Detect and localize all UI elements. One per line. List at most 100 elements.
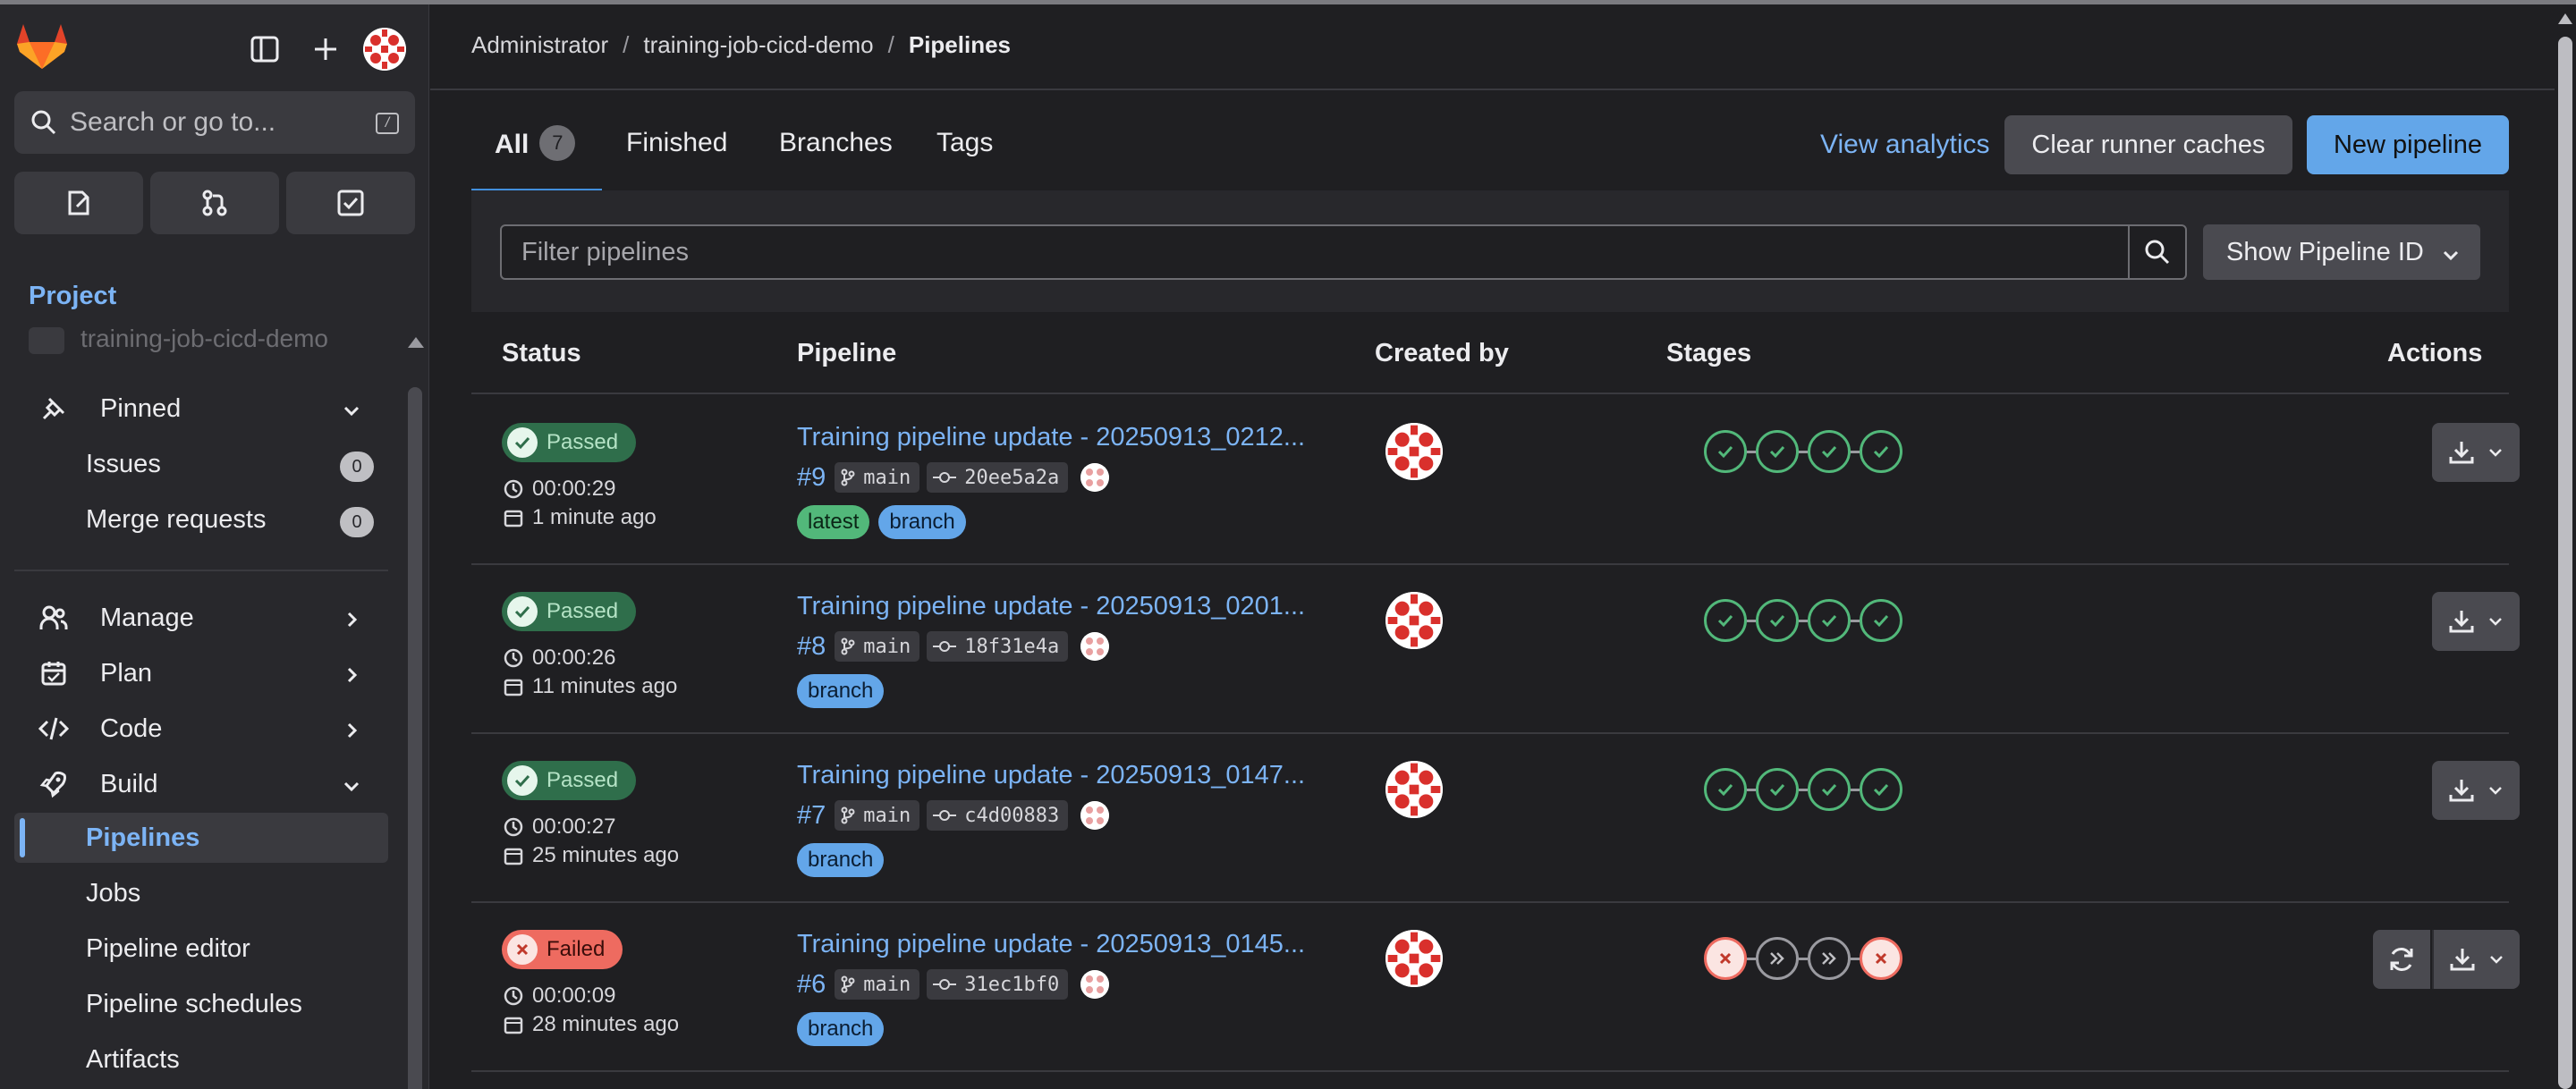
pipeline-title-link[interactable]: Training pipeline update - 20250913_0145…: [797, 930, 1305, 959]
creator-avatar[interactable]: [1385, 930, 1443, 987]
commit-sha-link[interactable]: 20ee5a2a: [927, 462, 1069, 493]
stage-success-icon[interactable]: [1808, 768, 1851, 811]
branch-ref-link[interactable]: main: [835, 462, 920, 493]
chevron-down-icon: [342, 398, 361, 427]
pipeline-title-link[interactable]: Training pipeline update - 20250913_0147…: [797, 761, 1305, 790]
pipeline-title-link[interactable]: Training pipeline update - 20250913_0212…: [797, 423, 1305, 452]
download-artifacts-button[interactable]: [2432, 761, 2520, 820]
stage-success-icon[interactable]: [1704, 768, 1747, 811]
stage-success-icon[interactable]: [1756, 599, 1799, 642]
commit-author-avatar[interactable]: [1080, 970, 1110, 999]
sidebar-item-artifacts[interactable]: Artifacts: [14, 1034, 388, 1085]
tab-branches[interactable]: Branches: [779, 128, 893, 158]
pipeline-id-link[interactable]: #7: [797, 801, 826, 831]
retry-button[interactable]: [2373, 930, 2430, 989]
view-analytics-link[interactable]: View analytics: [1820, 130, 1990, 160]
sidebar-item-manage[interactable]: Manage: [14, 593, 388, 643]
pipeline-id-link[interactable]: #8: [797, 632, 826, 662]
sidebar-item-pipeline-editor[interactable]: Pipeline editor: [14, 924, 388, 974]
todos-shortcut-button[interactable]: [286, 172, 415, 234]
download-icon: [2450, 949, 2475, 971]
download-artifacts-button[interactable]: [2432, 930, 2520, 989]
column-header-stages: Stages: [1666, 339, 1752, 367]
sidebar-item-label: Pipelines: [86, 823, 200, 852]
stage-success-icon[interactable]: [1704, 599, 1747, 642]
filter-pipelines-input[interactable]: Filter pipelines: [500, 224, 2130, 280]
issues-shortcut-button[interactable]: [14, 172, 143, 234]
pipeline-id-link[interactable]: #6: [797, 970, 826, 1000]
sidebar-item-code[interactable]: Code: [14, 704, 388, 754]
sidebar-project-name[interactable]: training-job-cicd-demo: [29, 325, 328, 354]
pipeline-tag-badge: branch: [878, 505, 966, 539]
pipeline-title-link[interactable]: Training pipeline update - 20250913_0201…: [797, 592, 1305, 621]
sidebar-item-plan[interactable]: Plan: [14, 648, 388, 698]
stage-success-icon[interactable]: [1756, 430, 1799, 473]
merge-requests-shortcut-button[interactable]: [150, 172, 279, 234]
stage-success-icon[interactable]: [1808, 430, 1851, 473]
branch-icon: [841, 975, 855, 993]
status-badge[interactable]: Failed: [502, 930, 623, 969]
show-pipeline-id-dropdown[interactable]: Show Pipeline ID: [2203, 224, 2480, 280]
commit-sha-link[interactable]: 18f31e4a: [927, 631, 1069, 662]
branch-ref-link[interactable]: main: [835, 631, 920, 662]
pipeline-id-link[interactable]: #9: [797, 463, 826, 493]
search-input[interactable]: Search or go to... /: [14, 91, 415, 154]
scroll-up-icon[interactable]: [2558, 13, 2572, 24]
sidebar-item-jobs[interactable]: Jobs: [14, 868, 388, 918]
sidebar-item-merge-requests[interactable]: Merge requests 0: [14, 494, 388, 544]
status-badge[interactable]: Passed: [502, 423, 637, 462]
stage-success-icon[interactable]: [1704, 430, 1747, 473]
duration-text: 00:00:26: [532, 646, 616, 670]
sidebar-item-pinned[interactable]: Pinned: [14, 384, 388, 434]
clear-runner-caches-button[interactable]: Clear runner caches: [2004, 115, 2292, 174]
breadcrumb-current[interactable]: Pipelines: [909, 31, 1011, 58]
sidebar-scroll-up-icon[interactable]: [408, 337, 424, 348]
commit-author-avatar[interactable]: [1080, 463, 1110, 492]
sidebar-scrollbar[interactable]: [408, 387, 422, 1089]
creator-avatar[interactable]: [1385, 592, 1443, 649]
stage-connector: [1851, 957, 1860, 960]
commit-sha-link[interactable]: 31ec1bf0: [927, 969, 1069, 1000]
commit-sha-link[interactable]: c4d00883: [927, 800, 1069, 831]
sidebar-item-pipeline-schedules[interactable]: Pipeline schedules: [14, 979, 388, 1029]
new-pipeline-button[interactable]: New pipeline: [2307, 115, 2509, 174]
branch-ref-link[interactable]: main: [835, 800, 920, 831]
stage-failed-icon[interactable]: [1860, 937, 1902, 980]
sidebar-item-issues[interactable]: Issues 0: [14, 439, 388, 489]
breadcrumb-item[interactable]: training-job-cicd-demo: [643, 31, 873, 58]
filter-search-button[interactable]: [2130, 224, 2187, 280]
page-scrollbar[interactable]: [2555, 4, 2576, 1089]
branch-ref-link[interactable]: main: [835, 969, 920, 1000]
stage-success-icon[interactable]: [1860, 430, 1902, 473]
commit-author-avatar[interactable]: [1080, 801, 1110, 830]
status-badge[interactable]: Passed: [502, 761, 637, 800]
sidebar-item-build[interactable]: Build: [14, 759, 388, 809]
sidebar-item-label: Code: [100, 713, 163, 743]
creator-avatar[interactable]: [1385, 761, 1443, 818]
sidebar-toggle-icon[interactable]: [245, 30, 284, 69]
user-avatar[interactable]: [363, 28, 406, 71]
stage-success-icon[interactable]: [1860, 599, 1902, 642]
tab-label: Branches: [779, 128, 893, 157]
sidebar-item-pipelines[interactable]: Pipelines: [14, 813, 388, 863]
tanuki-logo-icon[interactable]: [16, 22, 68, 71]
stage-skipped-icon[interactable]: [1808, 937, 1851, 980]
duration-text: 00:00:29: [532, 477, 616, 501]
download-artifacts-button[interactable]: [2432, 423, 2520, 482]
stage-failed-icon[interactable]: [1704, 937, 1747, 980]
download-artifacts-button[interactable]: [2432, 592, 2520, 651]
stage-success-icon[interactable]: [1756, 768, 1799, 811]
plus-icon[interactable]: [306, 30, 345, 69]
commit-author-avatar[interactable]: [1080, 632, 1110, 661]
stage-skipped-icon[interactable]: [1756, 937, 1799, 980]
breadcrumb-item[interactable]: Administrator: [471, 31, 608, 58]
stage-success-icon[interactable]: [1860, 768, 1902, 811]
page-scrollbar-thumb[interactable]: [2558, 37, 2572, 1089]
creator-avatar[interactable]: [1385, 423, 1443, 480]
status-badge[interactable]: Passed: [502, 592, 637, 631]
stage-success-icon[interactable]: [1808, 599, 1851, 642]
pipeline-tags: latest branch: [797, 505, 975, 539]
tab-tags[interactable]: Tags: [936, 128, 993, 158]
tab-finished[interactable]: Finished: [626, 128, 727, 158]
tab-all[interactable]: All 7: [495, 125, 576, 164]
